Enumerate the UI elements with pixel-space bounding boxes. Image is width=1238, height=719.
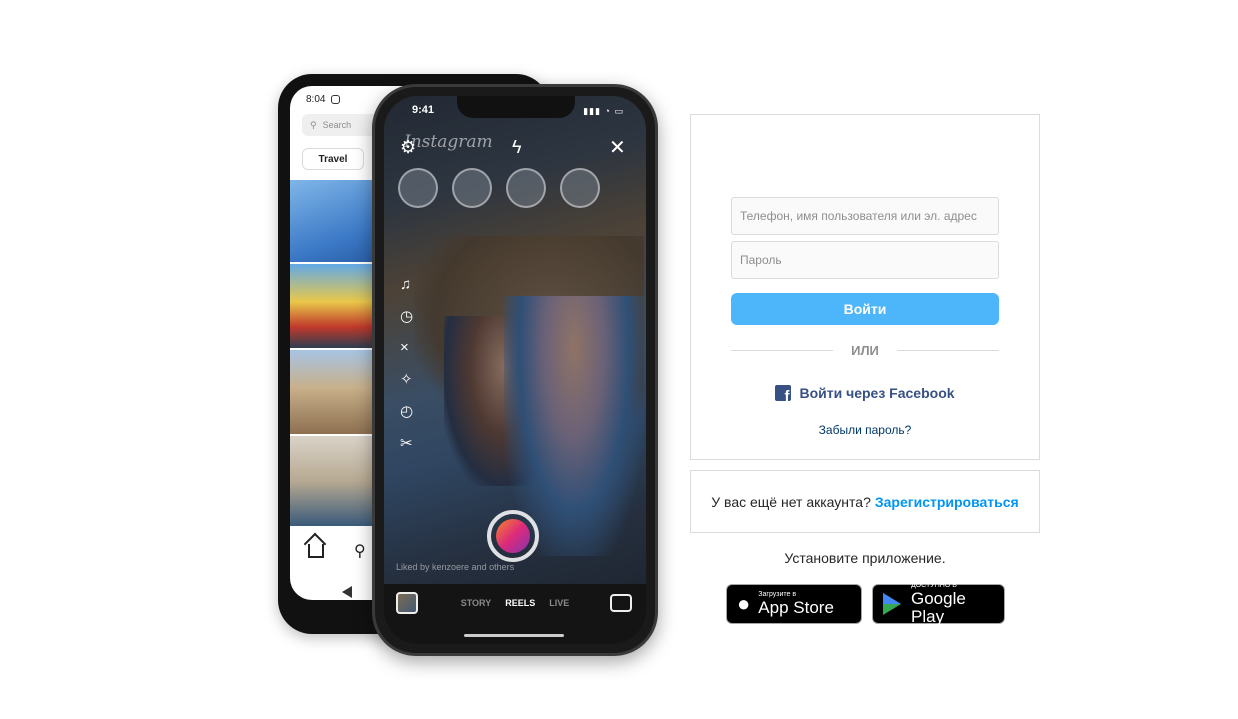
- divider-line: [731, 349, 834, 351]
- camera-tools: ♫ ◷ × ✧ ◴ ✂: [400, 276, 413, 452]
- app-badges: ● Загрузите в App Store ДОСТУПНО В Googl…: [726, 582, 1005, 625]
- home-indicator: [464, 634, 564, 637]
- reels-icon: [496, 519, 530, 553]
- app-store-text: Загрузите в App Store: [758, 591, 834, 616]
- reels-shutter-button: [487, 510, 539, 562]
- signup-link[interactable]: Зарегистрироваться: [875, 494, 1019, 510]
- align-icon: ◴: [400, 403, 414, 420]
- google-play-text: ДОСТУПНО В Google Play: [911, 582, 994, 625]
- close-icon: ✕: [609, 137, 626, 159]
- post-caption: Liked by kenzoere and others: [396, 562, 515, 572]
- password-input[interactable]: [731, 241, 999, 279]
- google-play-big-label: Google Play: [911, 588, 966, 626]
- signup-box: У вас ещё нет аккаунта? Зарегистрировать…: [690, 470, 1040, 533]
- music-icon: ♫: [400, 276, 412, 293]
- explore-photo: [290, 264, 374, 348]
- front-phone: 9:41 ▮▮▮ ◔ ▭ Instagram ⚙ ϟ ✕ ♫ ◷ × ✧ ◴ ✂: [372, 84, 658, 656]
- or-divider: ИЛИ: [731, 342, 999, 358]
- front-phone-screen: 9:41 ▮▮▮ ◔ ▭ Instagram ⚙ ϟ ✕ ♫ ◷ × ✧ ◴ ✂: [384, 96, 646, 644]
- phone-notch: [457, 96, 575, 118]
- flash-off-icon: ϟ: [512, 137, 522, 157]
- timer-icon: ◷: [400, 308, 414, 325]
- google-play-badge[interactable]: ДОСТУПНО В Google Play: [872, 582, 1005, 625]
- story-avatar: [398, 168, 438, 208]
- instagram-icon: [331, 95, 341, 104]
- forgot-password-link[interactable]: Забыли пароль?: [691, 423, 1039, 437]
- story-avatar: [560, 168, 600, 208]
- gear-icon: ⚙: [400, 137, 417, 157]
- login-button[interactable]: Войти: [731, 293, 999, 325]
- story-avatar: [506, 168, 546, 208]
- login-card: Войти ИЛИ f Войти через Facebook Забыли …: [690, 114, 1040, 460]
- stories-row: [398, 168, 600, 208]
- signal-icon: ▮▮▮ ◔ ▭: [583, 106, 624, 116]
- facebook-login-button[interactable]: f Войти через Facebook: [691, 385, 1039, 401]
- phone-mockup: 8:04 ⚲ Search Travel ⚲ 9:41 ▮▮▮ ◔ ▭ Inst…: [278, 74, 658, 656]
- home-icon: [308, 544, 324, 558]
- username-input[interactable]: [731, 197, 999, 235]
- back-travel-chip: Travel: [302, 148, 364, 170]
- explore-photo: [290, 436, 374, 526]
- camera-mode-row: STORY REELS LIVE: [384, 598, 646, 608]
- mode-reels: REELS: [505, 598, 536, 608]
- app-store-badge[interactable]: ● Загрузите в App Store: [726, 584, 862, 624]
- back-status-bar: 8:04: [306, 94, 341, 105]
- mode-live: LIVE: [549, 598, 570, 608]
- speed-icon: ×: [400, 339, 409, 356]
- signup-prompt: У вас ещё нет аккаунта?: [711, 493, 871, 510]
- get-app-title: Установите приложение.: [784, 550, 946, 566]
- story-avatar: [452, 168, 492, 208]
- explore-photo: [290, 350, 374, 434]
- google-play-icon: [883, 593, 901, 615]
- mode-story: STORY: [460, 598, 492, 608]
- effects-icon: ✧: [400, 371, 413, 388]
- or-text: ИЛИ: [851, 342, 879, 358]
- back-search-placeholder: Search: [322, 120, 352, 130]
- search-icon: ⚲: [310, 119, 317, 130]
- search-icon: ⚲: [354, 543, 366, 560]
- facebook-icon: f: [775, 385, 792, 401]
- divider-line: [896, 349, 999, 351]
- facebook-login-label: Войти через Facebook: [799, 385, 955, 401]
- back-nav-triangle-icon: [342, 586, 352, 598]
- explore-photo: [290, 180, 374, 262]
- back-status-time: 8:04: [306, 94, 326, 105]
- instagram-logo: Instagram: [404, 132, 493, 152]
- app-store-big-label: App Store: [758, 597, 834, 617]
- flip-camera-icon: [610, 594, 632, 612]
- trim-icon: ✂: [400, 435, 413, 452]
- apple-icon: ●: [737, 591, 751, 616]
- front-status-time: 9:41: [412, 104, 435, 116]
- camera-bottom-bar: STORY REELS LIVE: [384, 584, 646, 644]
